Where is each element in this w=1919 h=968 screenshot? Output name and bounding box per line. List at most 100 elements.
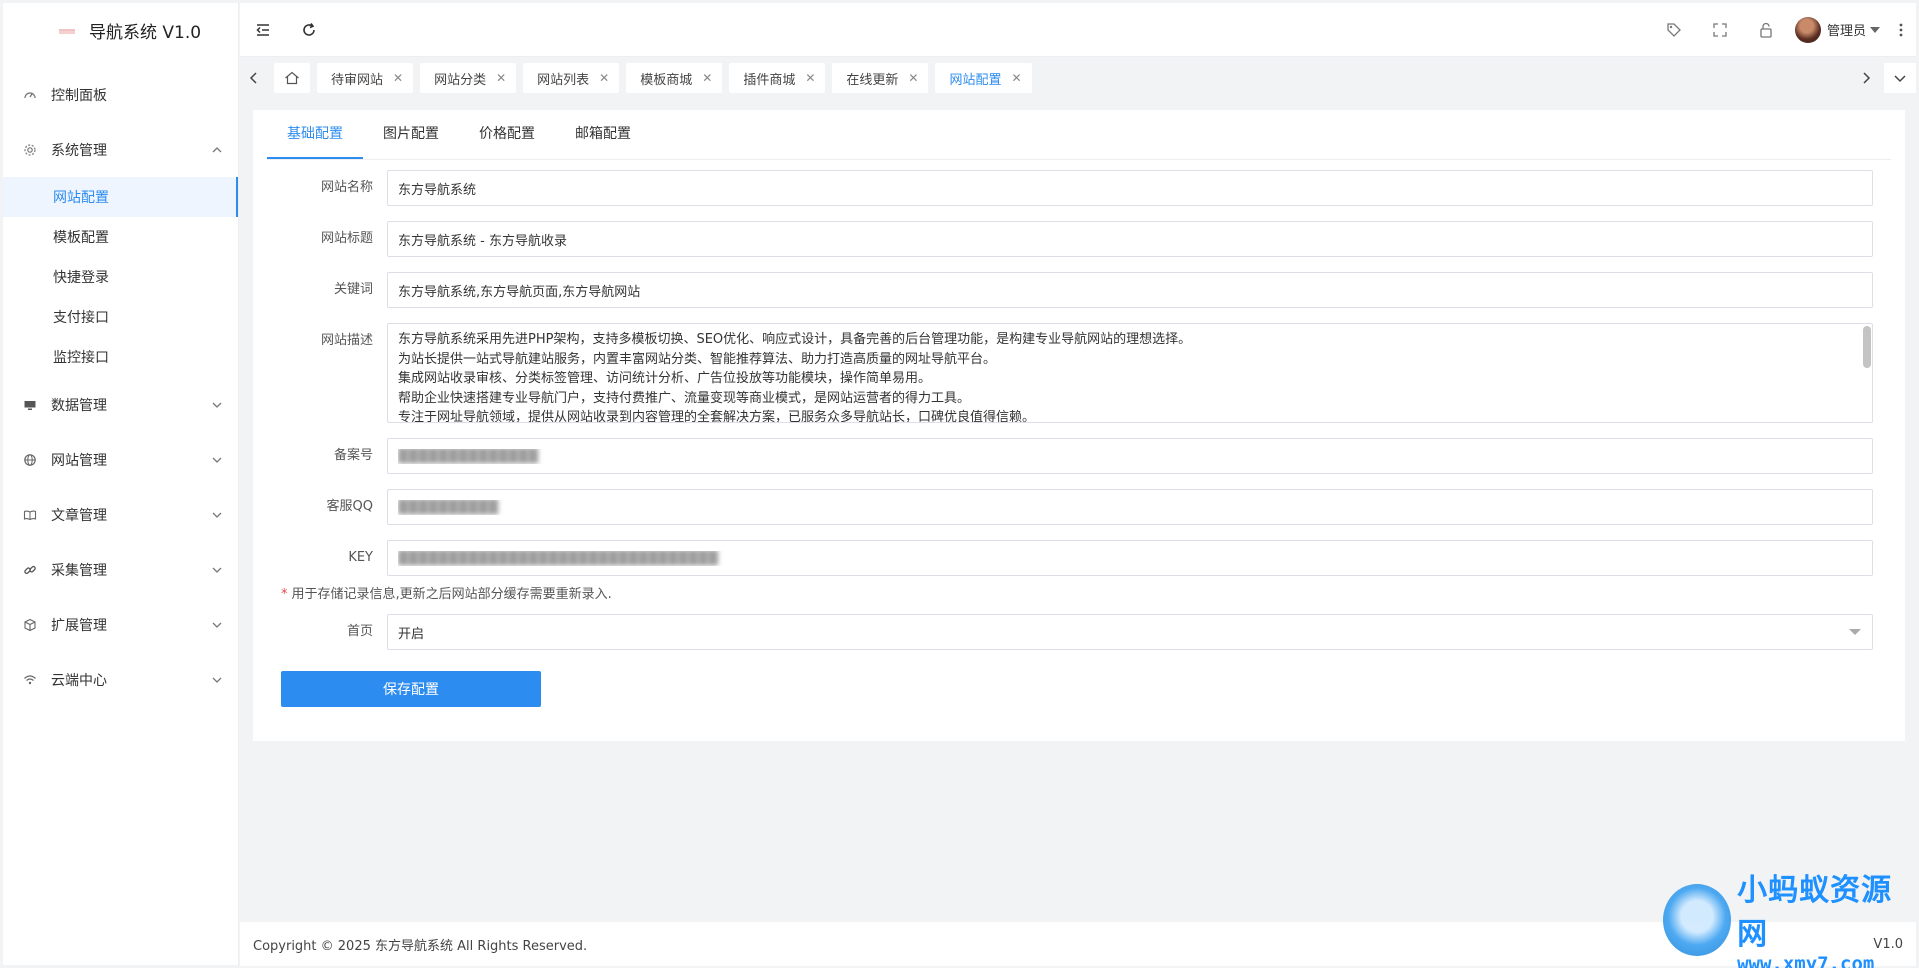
homepage-select[interactable]: [387, 614, 1873, 650]
tab-label: 网站列表: [537, 72, 590, 88]
chevron-down-icon: [210, 453, 224, 467]
close-icon[interactable]: ✕: [599, 71, 609, 85]
sidebar-item-articles[interactable]: 文章管理: [3, 487, 238, 542]
copyright-prefix: Copyright © 2025: [253, 938, 376, 954]
globe-icon: [23, 453, 37, 467]
more-button[interactable]: [1886, 3, 1916, 57]
sidebar-item-websites[interactable]: 网站管理: [3, 432, 238, 487]
chevron-up-icon: [210, 143, 224, 157]
sidebar-item-data[interactable]: 数据管理: [3, 377, 238, 432]
sidebar-item-label: 云端中心: [51, 672, 107, 689]
chevron-right-icon: [1861, 72, 1871, 84]
tabs-scroll-left-button[interactable]: [240, 63, 268, 93]
copyright-text: Copyright © 2025 东方导航系统 All Rights Reser…: [253, 935, 587, 954]
description-line: 专注于网址导航领域，提供从网站收录到内容管理的全套解决方案，已服务众多导航站长，…: [398, 410, 1036, 423]
sidebar-item-collect[interactable]: 采集管理: [3, 542, 238, 597]
qq-input[interactable]: [387, 489, 1873, 525]
homepage-select-value[interactable]: [387, 614, 1873, 650]
tab-label: 网站分类: [434, 72, 487, 88]
key-input[interactable]: [387, 540, 1873, 576]
close-icon[interactable]: ✕: [393, 71, 403, 85]
sidebar-subitem-payment[interactable]: 支付接口: [3, 297, 238, 337]
system-submenu: 网站配置 模板配置 快捷登录 支付接口 监控接口: [3, 177, 238, 377]
dashboard-icon: [23, 88, 37, 102]
close-icon[interactable]: ✕: [702, 71, 712, 85]
close-icon[interactable]: ✕: [805, 71, 815, 85]
chevron-down-icon: [210, 508, 224, 522]
wifi-icon: [23, 673, 37, 687]
sidebar-subitem-monitor[interactable]: 监控接口: [3, 337, 238, 377]
link-icon: [23, 563, 37, 577]
tab-email-config[interactable]: 邮箱配置: [555, 109, 651, 159]
tab-online-update[interactable]: 在线更新 ✕: [832, 63, 929, 93]
tab-basic-config[interactable]: 基础配置: [267, 109, 363, 159]
caret-down-icon: [1870, 26, 1880, 33]
tab-site-config[interactable]: 网站配置 ✕: [935, 63, 1032, 93]
user-menu[interactable]: 管理员: [1789, 16, 1886, 43]
close-icon[interactable]: ✕: [908, 71, 918, 85]
caret-down-icon: [1849, 629, 1861, 635]
user-name: 管理员: [1826, 24, 1866, 39]
keywords-input[interactable]: [387, 272, 1873, 308]
tab-label: 插件商城: [743, 72, 796, 88]
tab-label: 待审网站: [331, 72, 384, 88]
book-icon: [23, 508, 37, 522]
sidebar-item-label: 扩展管理: [51, 617, 107, 634]
sidebar-item-dashboard[interactable]: 控制面板: [3, 67, 238, 122]
site-title-input[interactable]: [387, 221, 1873, 257]
icp-input[interactable]: [387, 438, 1873, 474]
sidebar-subitem-template-config[interactable]: 模板配置: [3, 217, 238, 257]
tab-site-categories[interactable]: 网站分类 ✕: [420, 63, 517, 93]
sidebar-item-cloud[interactable]: 云端中心: [3, 652, 238, 707]
brand[interactable]: 导航系统 V1.0: [3, 3, 238, 57]
fullscreen-button[interactable]: [1697, 3, 1743, 57]
site-name-input[interactable]: [387, 170, 1873, 206]
key-label: KEY: [348, 550, 373, 565]
copyright-brand[interactable]: 东方导航系统: [375, 939, 453, 954]
gear-icon: [23, 143, 37, 157]
chevron-down-icon: [210, 618, 224, 632]
close-icon[interactable]: ✕: [1011, 71, 1021, 85]
monitor-icon: [23, 398, 37, 412]
copyright-suffix: All Rights Reserved.: [453, 938, 588, 954]
tab-plugin-store[interactable]: 插件商城 ✕: [729, 63, 826, 93]
sidebar-subitem-quick-login[interactable]: 快捷登录: [3, 257, 238, 297]
textarea-scrollbar[interactable]: [1863, 326, 1871, 368]
tab-label: 在线更新: [846, 72, 899, 88]
sidebar-menu: 控制面板 系统管理 网站配置 模板配置 快捷登录 支付接口 监控接口 数据管理 …: [3, 67, 238, 707]
config-tabs: 基础配置 图片配置 价格配置 邮箱配置: [267, 110, 1891, 160]
home-icon: [284, 71, 300, 85]
homepage-label: 首页: [346, 624, 373, 639]
close-icon[interactable]: ✕: [496, 71, 506, 85]
description-line: 集成网站收录审核、分类标签管理、访问统计分析、广告位投放等功能模块，操作简单易用…: [398, 371, 932, 386]
sidebar-subitem-site-config[interactable]: 网站配置: [3, 177, 238, 217]
tag-button[interactable]: [1651, 3, 1697, 57]
tab-price-config[interactable]: 价格配置: [459, 109, 555, 159]
description-textarea[interactable]: 东方导航系统采用先进PHP架构，支持多模板切换、SEO优化、响应式设计，具备完善…: [387, 323, 1873, 423]
description-line: 帮助企业快速搭建专业导航门户，支持付费推广、流量变现等商业模式，是网站运营者的得…: [398, 390, 971, 406]
save-config-button[interactable]: 保存配置: [281, 671, 541, 707]
tabs-dropdown-button[interactable]: [1884, 63, 1916, 93]
icp-label: 备案号: [333, 448, 373, 463]
more-vertical-icon: [1899, 23, 1903, 37]
sidebar-item-label: 系统管理: [51, 142, 107, 159]
app-title: 导航系统 V1.0: [89, 22, 202, 43]
tab-pending-sites[interactable]: 待审网站 ✕: [317, 63, 414, 93]
required-mark: *: [281, 587, 288, 602]
cube-icon: [23, 618, 37, 632]
tab-home[interactable]: [274, 63, 310, 93]
tab-template-store[interactable]: 模板商城 ✕: [626, 63, 723, 93]
tab-site-list[interactable]: 网站列表 ✕: [523, 63, 620, 93]
sidebar-item-system[interactable]: 系统管理: [3, 122, 238, 177]
sidebar-item-extensions[interactable]: 扩展管理: [3, 597, 238, 652]
logo-icon: [59, 26, 75, 34]
refresh-button[interactable]: [286, 3, 332, 57]
keywords-label: 关键词: [333, 282, 373, 297]
lock-button[interactable]: [1743, 3, 1789, 57]
tabs-scroll-right-button[interactable]: [1852, 63, 1880, 93]
chevron-down-icon: [210, 563, 224, 577]
chevron-left-icon: [249, 72, 259, 84]
tab-image-config[interactable]: 图片配置: [363, 109, 459, 159]
sidebar-item-label: 数据管理: [51, 397, 107, 414]
collapse-sidebar-button[interactable]: [240, 3, 286, 57]
